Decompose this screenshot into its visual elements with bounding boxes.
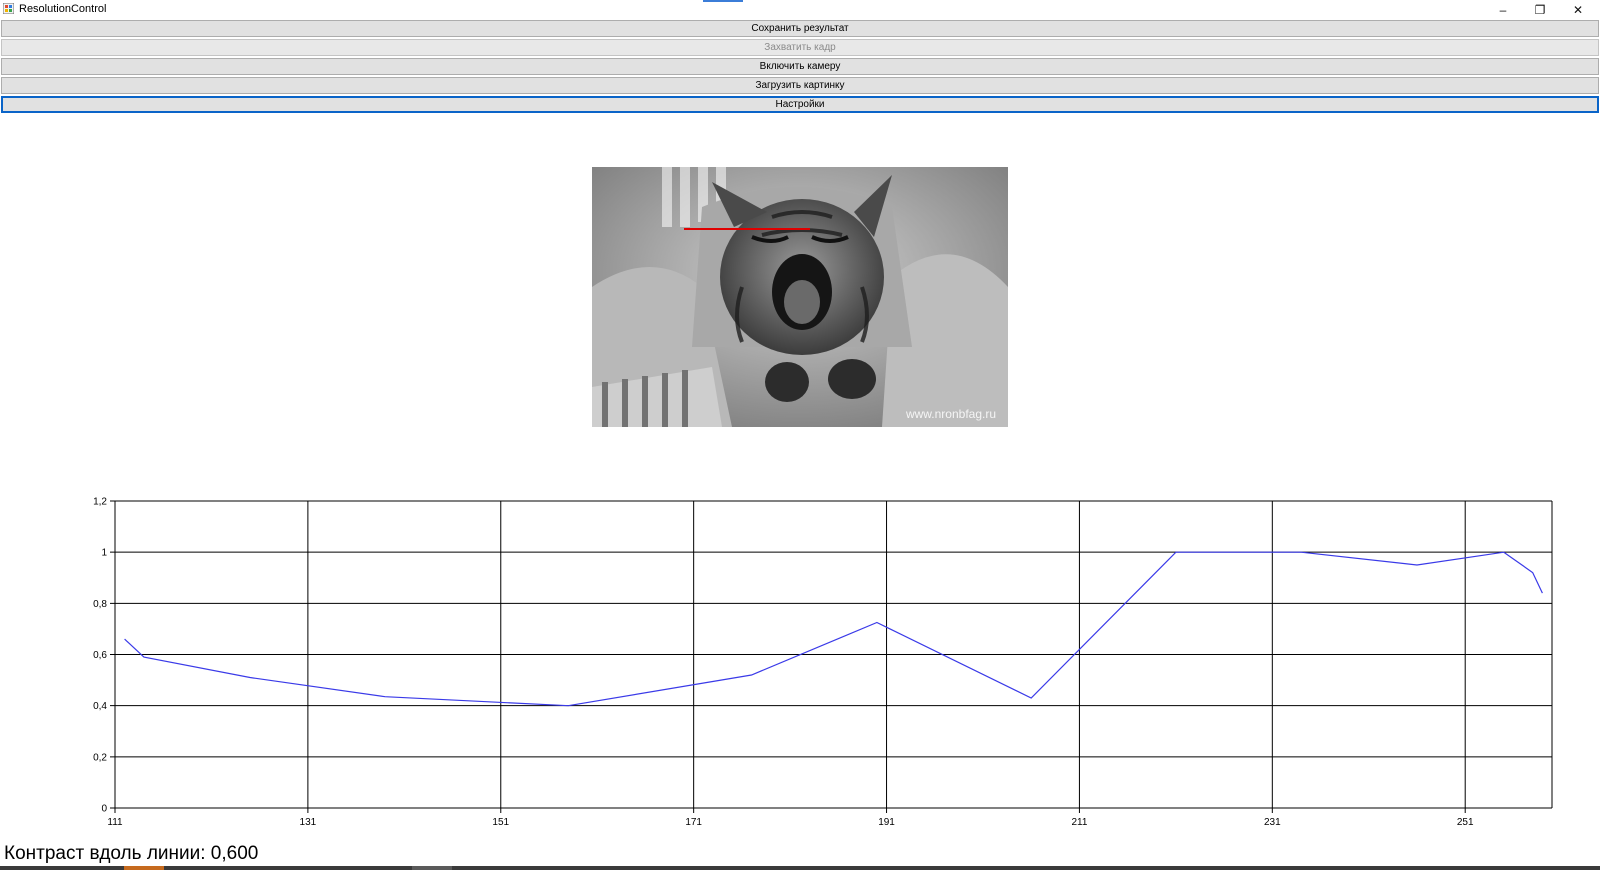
x-tick-label: 111 [107,817,123,828]
x-tick-label: 231 [1264,817,1281,828]
y-tick-label: 1 [101,548,107,559]
y-tick-label: 0,4 [93,701,107,712]
save-result-button[interactable]: Сохранить результат [1,20,1599,37]
contrast-chart: 0 0,2 0,4 0,6 0,8 1 1,2 111 131 151 171 191 211 231 25… [0,480,1600,830]
taskbar-strip [0,866,1600,870]
x-tick-label: 171 [685,817,702,828]
app-window: ResolutionControl – ❐ ✕ Сохранить резуль… [0,0,1600,870]
image-preview[interactable]: www.nronbfag.ru [592,167,1008,427]
action-buttons: Сохранить результат Захватить кадр Включ… [1,20,1599,115]
minimize-icon: – [1499,2,1507,17]
load-image-button[interactable]: Загрузить картинку [1,77,1599,94]
y-tick-label: 0,2 [93,752,107,763]
y-tick-label: 0,8 [93,599,107,610]
taskbar-item[interactable] [124,866,164,870]
window-title: ResolutionControl [19,3,107,15]
y-tick-label: 0 [101,804,107,815]
close-icon: ✕ [1572,2,1584,17]
y-tick-label: 1,2 [93,497,107,508]
restore-button[interactable]: ❐ [1522,0,1558,19]
y-tick-label: 0,6 [93,650,107,661]
contrast-series-line [124,551,1543,707]
image-watermark: www.nronbfag.ru [905,407,996,421]
title-bar[interactable]: ResolutionControl – ❐ ✕ [0,0,1600,19]
x-tick-label: 251 [1457,817,1474,828]
chart-svg: 0 0,2 0,4 0,6 0,8 1 1,2 111 131 151 171 191 211 231 25… [93,497,1553,828]
x-tick-label: 211 [1071,817,1087,828]
x-tick-label: 191 [878,817,895,828]
minimize-button[interactable]: – [1485,0,1521,19]
enable-camera-button[interactable]: Включить камеру [1,58,1599,75]
contrast-status: Контраст вдоль линии: 0,600 [4,843,259,864]
x-tick-label: 151 [492,817,509,828]
settings-button[interactable]: Настройки [1,96,1599,113]
capture-frame-button[interactable]: Захватить кадр [1,39,1599,56]
app-icon [3,3,14,14]
restore-icon: ❐ [1534,2,1546,17]
close-button[interactable]: ✕ [1560,0,1596,19]
taskbar-item[interactable] [412,866,452,870]
kitten-photo [592,167,1008,427]
title-accent [703,0,743,2]
x-tick-label: 131 [300,817,317,828]
